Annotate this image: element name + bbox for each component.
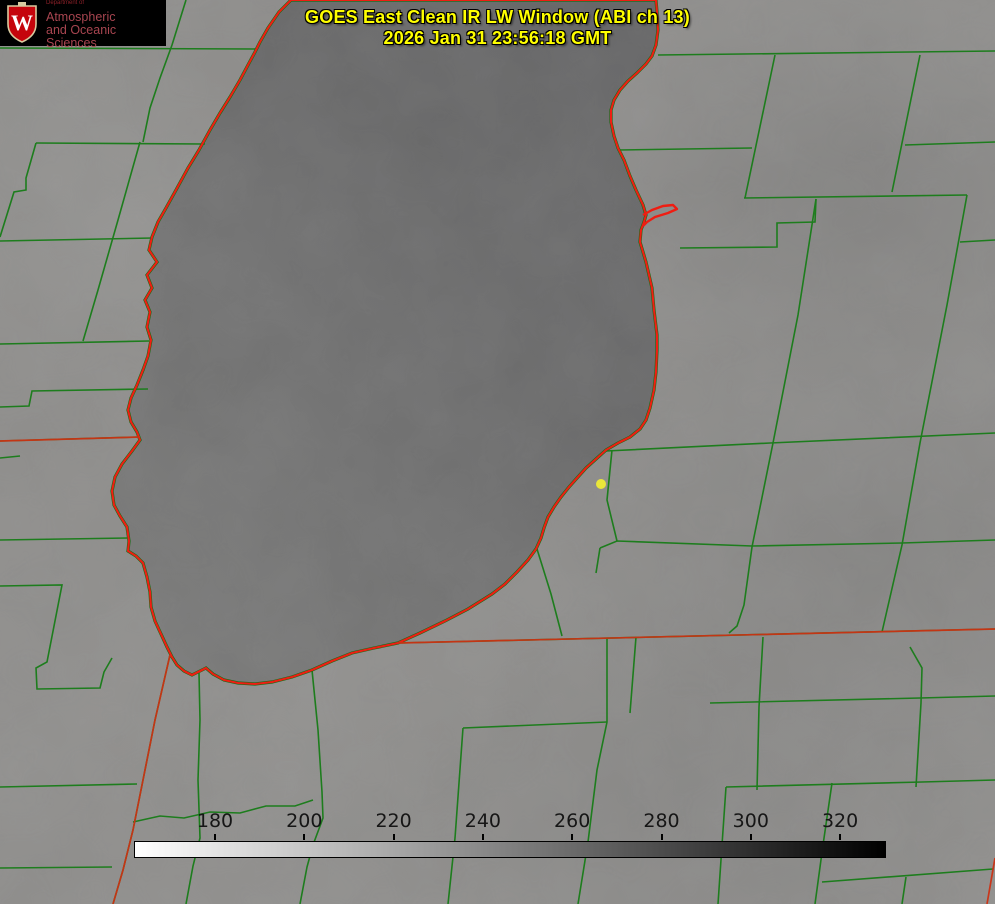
colorbar-tick-mark [571,834,574,840]
station-marker-dot [596,479,606,489]
logo-line2: and Oceanic Sciences [46,22,117,50]
colorbar-tick-label: 240 [464,810,502,832]
logo-line1: Atmospheric [46,9,116,24]
colorbar-tick-mark [660,834,663,840]
svg-text:W: W [11,10,33,35]
colorbar-tick-label: 320 [821,810,859,832]
satellite-image-viewport: W Department of Atmospheric and Oceanic … [0,0,995,904]
colorbar-tick-label: 200 [286,810,323,832]
colorbar-tick-label: 280 [643,810,680,832]
logo-text: Department of Atmospheric and Oceanic Sc… [46,0,166,50]
colorbar-tick-label: 180 [196,810,234,832]
colorbar-tick-mark [839,834,842,840]
colorbar-tick-label: 220 [375,810,412,832]
station-marker-layer [596,479,606,489]
colorbar-tick-mark [214,834,216,840]
colorbar-tick-label: 300 [732,810,769,832]
logo-dept-prefix: Department of [46,0,85,6]
temperature-colorbar [134,841,886,858]
uw-ssec-logo: W Department of Atmospheric and Oceanic … [0,0,166,49]
colorbar-tick-label: 260 [554,810,591,832]
colorbar-tick-mark [303,834,306,840]
colorbar-tick-mark [392,834,395,840]
uw-crest-icon: W [7,2,37,43]
cloud-texture-fine [0,0,995,904]
county-boundary-line [35,142,206,145]
county-boundary-line [0,866,113,869]
colorbar-tick-mark [749,834,752,840]
colorbar-tick-mark [481,834,484,840]
satellite-map [0,0,995,904]
